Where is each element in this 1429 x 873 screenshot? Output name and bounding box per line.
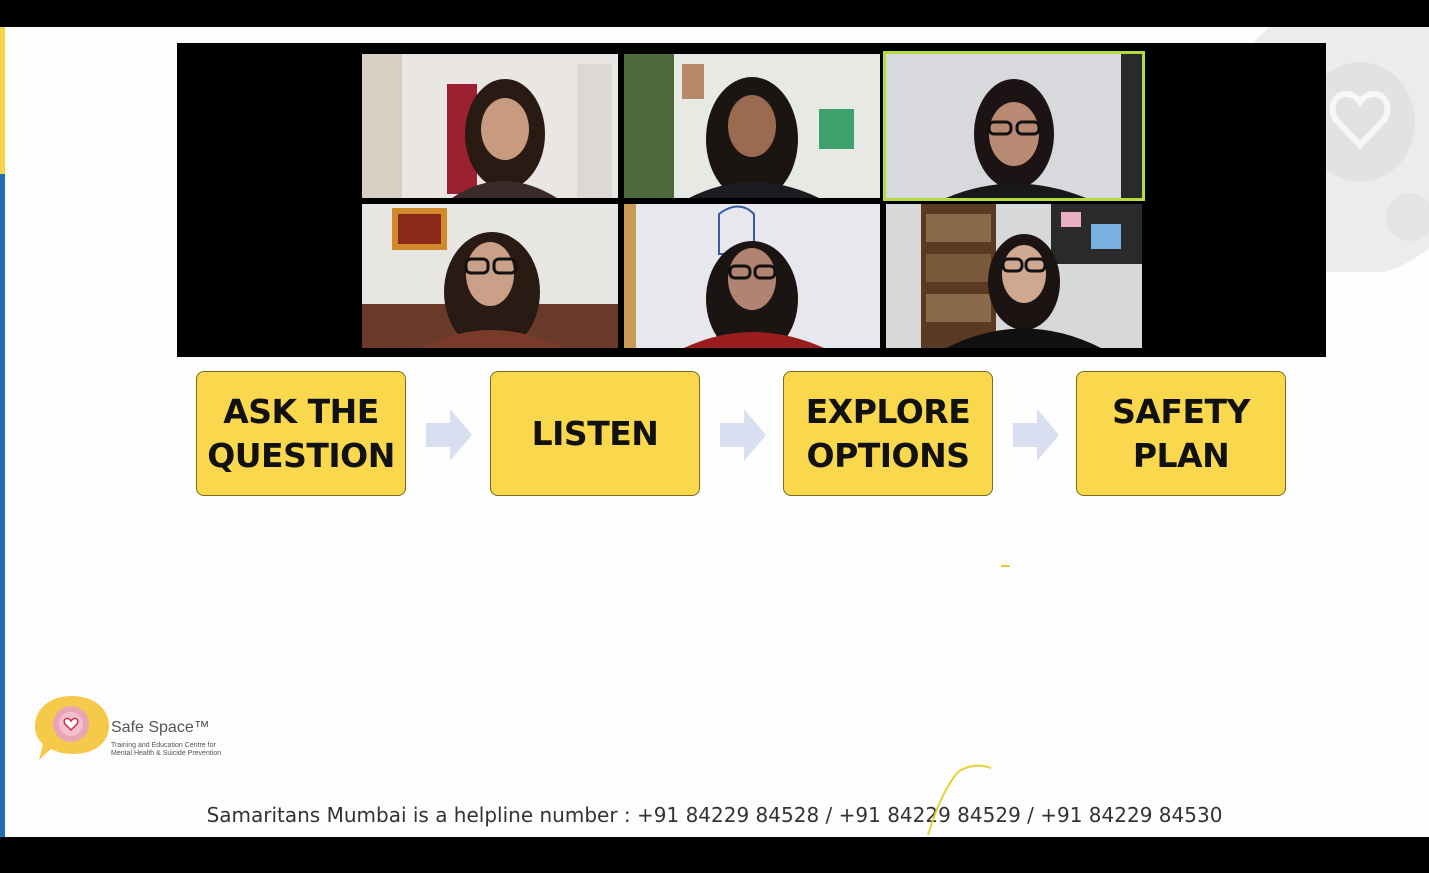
step-label: ASK THE QUESTION	[207, 391, 395, 475]
participant-video-5[interactable]	[624, 204, 880, 348]
safe-space-logo: Safe Space™ Training and Education Centr…	[33, 694, 253, 764]
logo-tagline: Training and Education Centre for Mental…	[111, 742, 222, 757]
logo-name: Safe Space™	[111, 719, 210, 736]
arrow-right-icon	[426, 409, 472, 461]
participant-video-2[interactable]	[624, 54, 880, 198]
presentation-slide: ASK THE QUESTION LISTEN EXPLORE OPTIONS …	[0, 27, 1429, 837]
participant-video-1[interactable]	[362, 54, 618, 198]
participant-video-6[interactable]	[886, 204, 1142, 348]
top-black-bar	[0, 0, 1429, 27]
participant-video-3-active-speaker[interactable]	[883, 51, 1145, 201]
slide-accent-yellow	[0, 27, 5, 174]
step-ask-the-question: ASK THE QUESTION	[196, 371, 406, 496]
video-gallery	[177, 43, 1326, 357]
step-listen: LISTEN	[490, 371, 700, 496]
step-safety-plan: SAFETY PLAN	[1076, 371, 1286, 496]
participant-video-4[interactable]	[362, 204, 618, 348]
speech-bubble-brain-icon	[35, 696, 109, 760]
bottom-black-bar	[0, 837, 1429, 873]
arrow-right-icon	[1013, 409, 1059, 461]
step-explore-options: EXPLORE OPTIONS	[783, 371, 993, 496]
helpline-footer: Samaritans Mumbai is a helpline number :…	[206, 803, 1223, 827]
step-label: LISTEN	[531, 413, 659, 453]
arrow-right-icon	[720, 409, 766, 461]
step-label: SAFETY PLAN	[1112, 391, 1250, 475]
slide-accent-blue	[0, 174, 5, 837]
step-label: EXPLORE OPTIONS	[805, 391, 971, 475]
